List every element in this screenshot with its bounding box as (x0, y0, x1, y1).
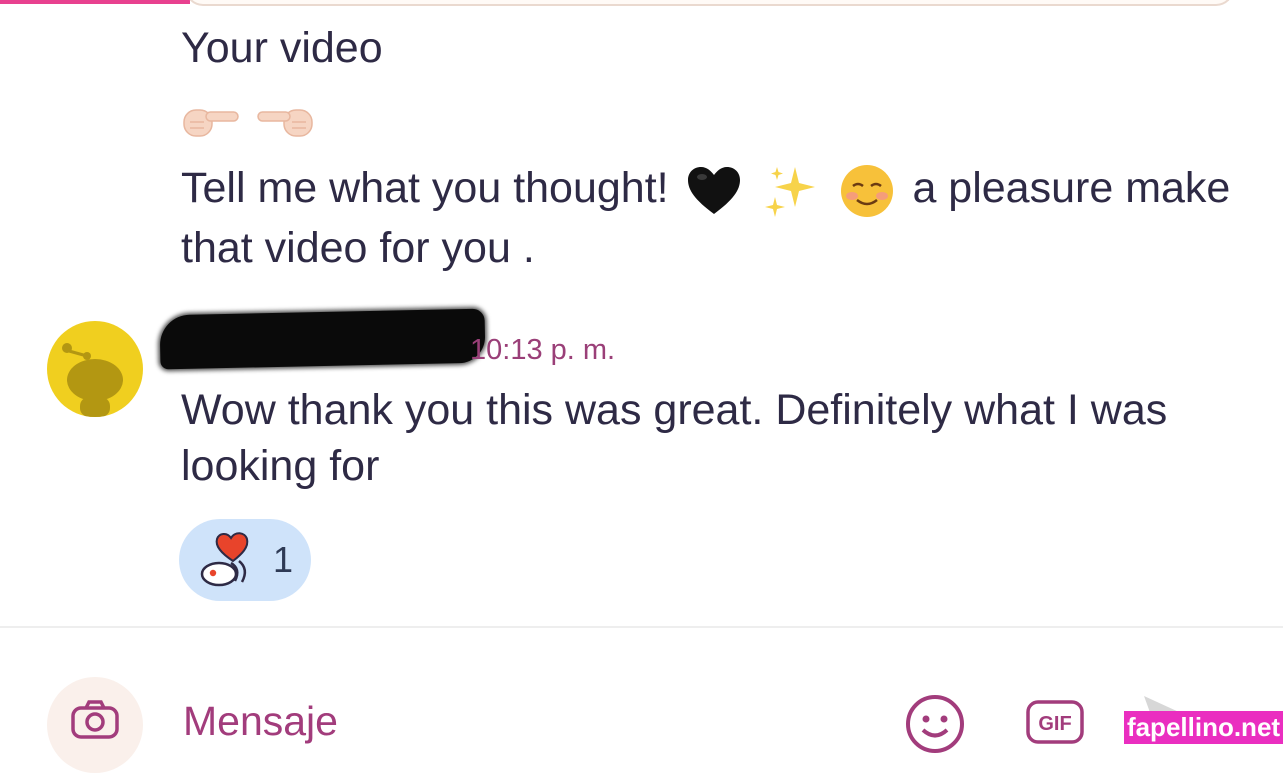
snoo-avatar-icon (62, 343, 123, 417)
message-line-tell-me: Tell me what you thought! a pleasure mak… (181, 160, 1241, 276)
smiling-face-icon (841, 164, 894, 217)
message-line-your-video: Your video (181, 24, 383, 72)
reaction-pill[interactable]: 1 (179, 519, 311, 601)
reaction-count: 1 (273, 539, 294, 580)
black-heart-icon (687, 166, 740, 214)
message-input[interactable] (183, 698, 583, 745)
gif-label: GIF (1038, 713, 1071, 735)
pointing-right-hand-icon (183, 109, 239, 137)
camera-icon (71, 700, 119, 739)
message-text-main: Tell me what you thought! (181, 164, 669, 212)
composer-divider (0, 626, 1283, 628)
redacted-username (159, 308, 486, 370)
pointing-left-hand-icon (257, 109, 313, 137)
pointing-hands (180, 100, 316, 142)
message-timestamp: 10:13 p. m. (470, 334, 616, 366)
sparkles-icon (764, 166, 815, 217)
reply-message-text: Wow thank you this was great. Definitely… (181, 386, 1168, 490)
top-accent-bar (0, 0, 190, 4)
watermark: fapellino.net (1124, 711, 1283, 744)
avatar[interactable] (47, 321, 143, 417)
gif-button[interactable]: GIF (1026, 700, 1084, 744)
emoji-icon[interactable] (905, 694, 965, 754)
previous-card-edge (185, 0, 1234, 6)
camera-button[interactable] (47, 677, 143, 773)
snoo-heart-icon (200, 532, 249, 587)
